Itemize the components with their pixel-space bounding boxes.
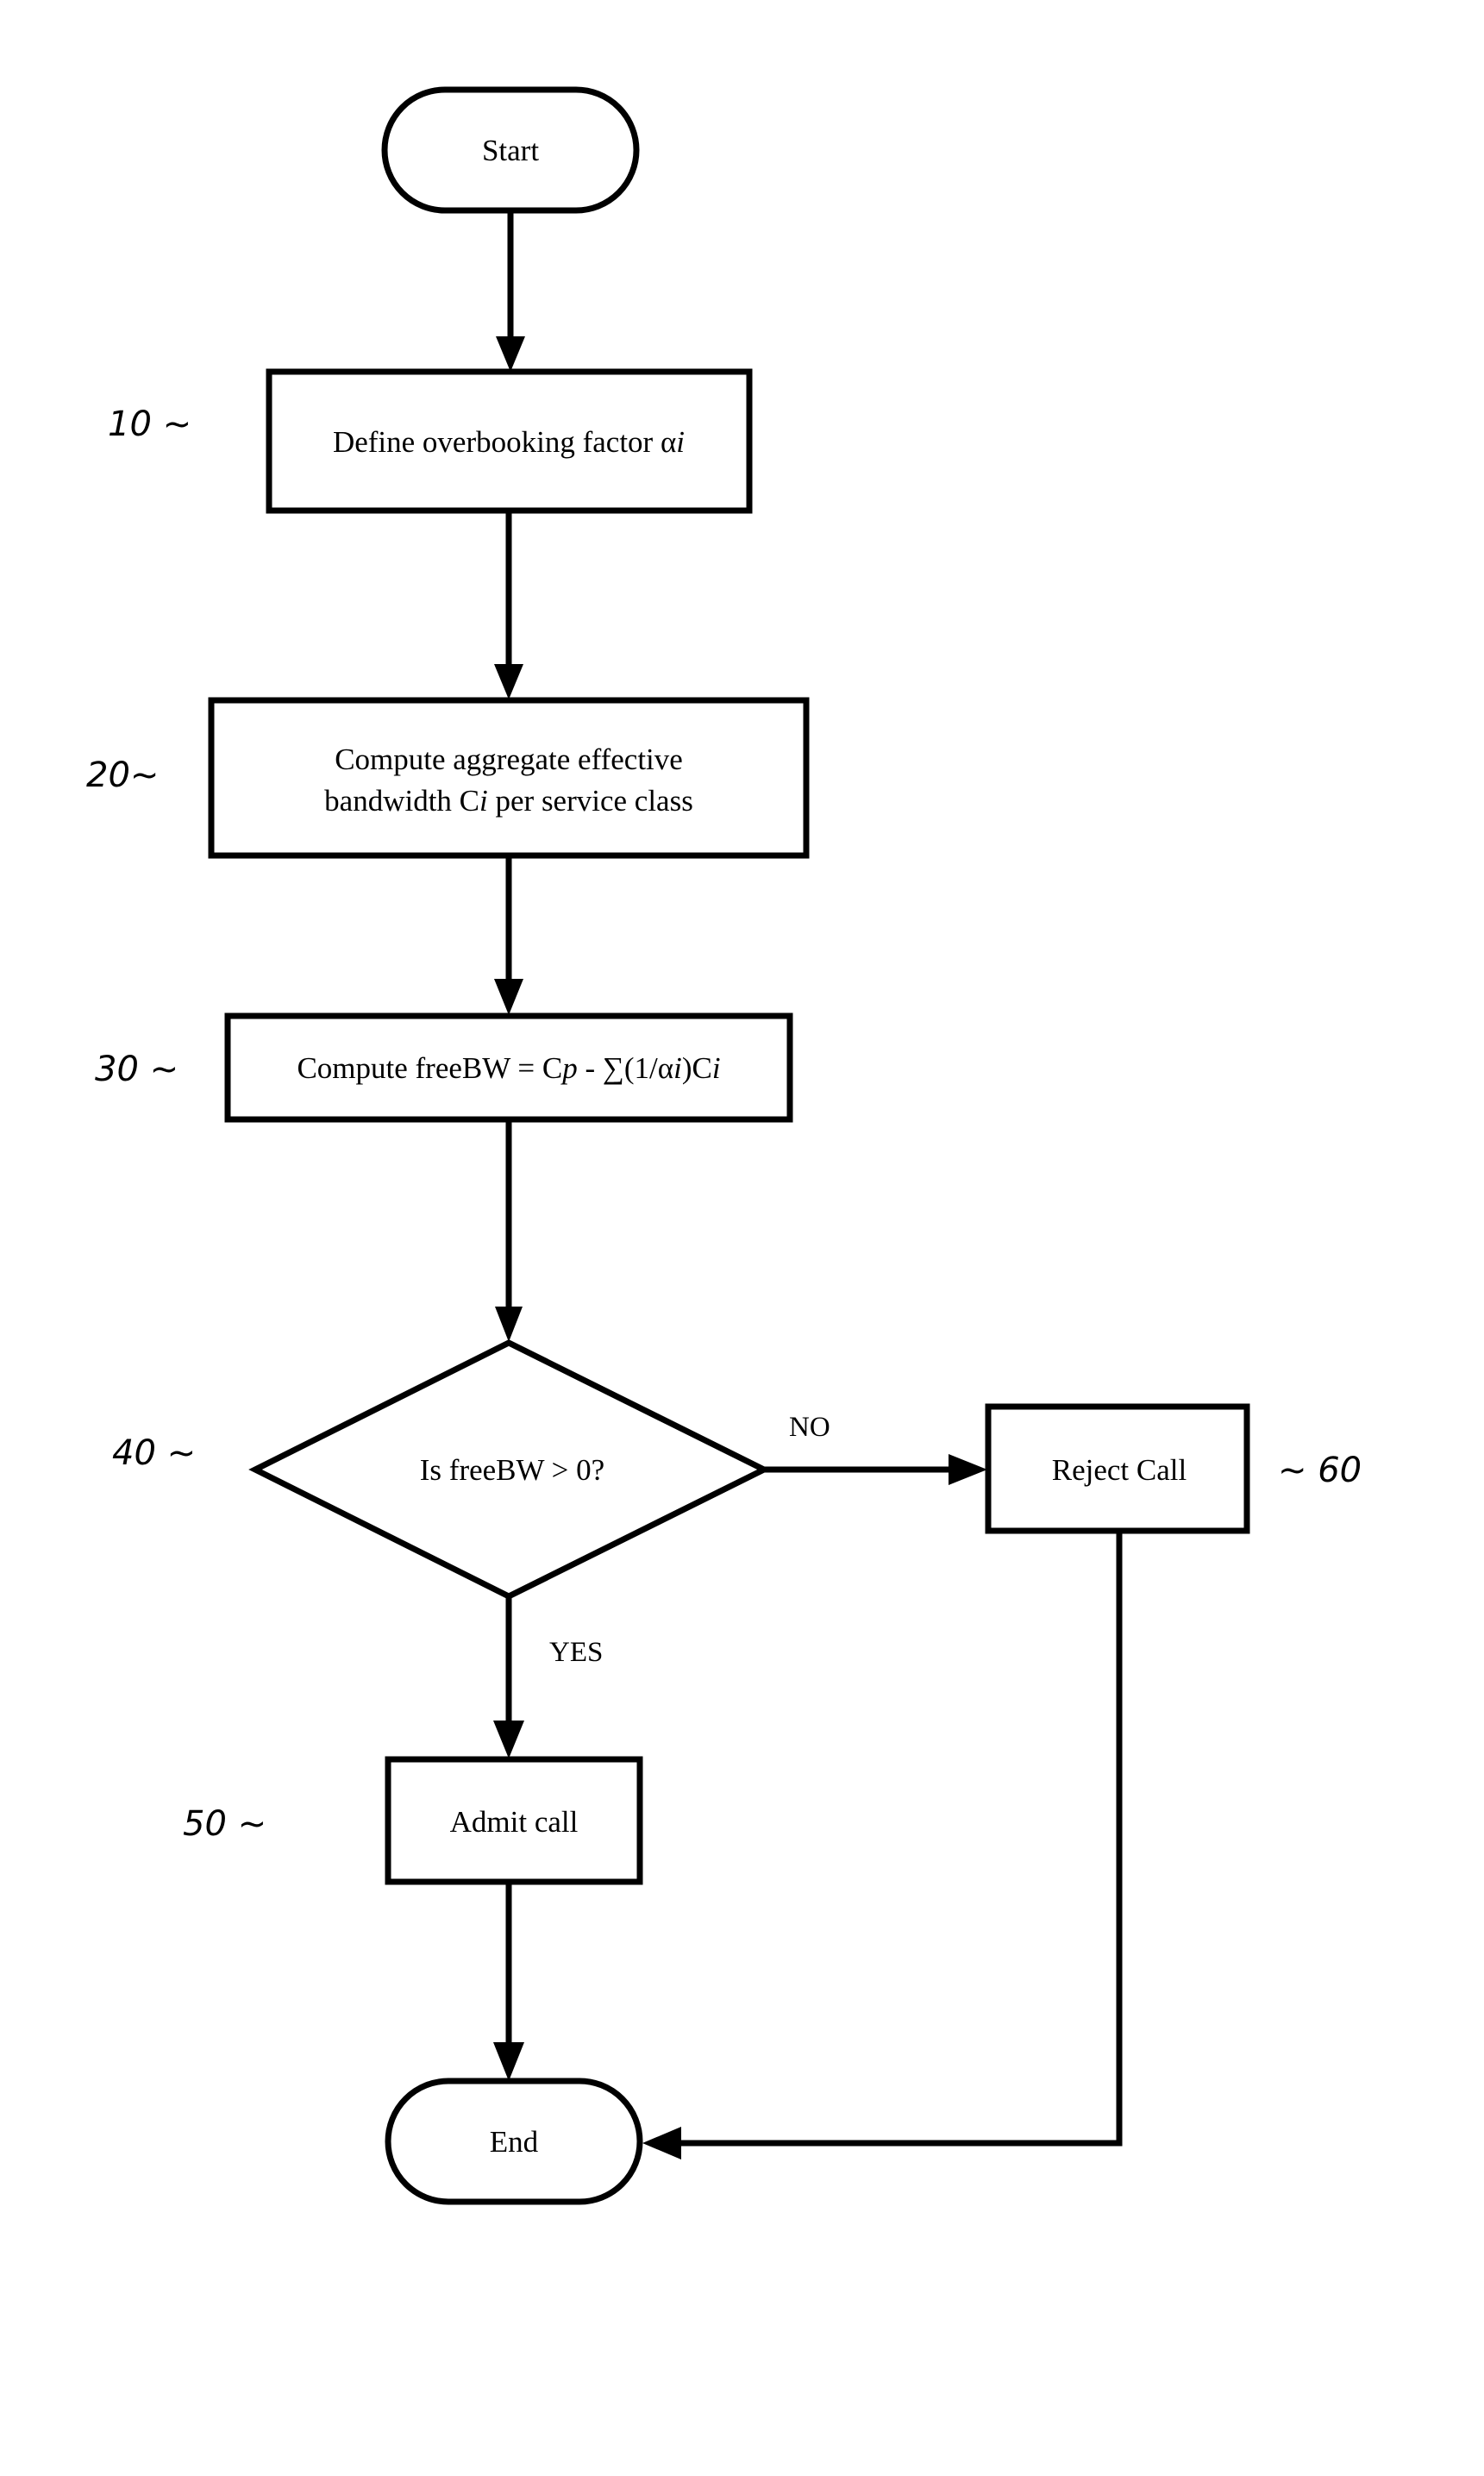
compute-ci-box xyxy=(208,697,810,859)
define-label-main: Define overbooking factor α xyxy=(333,425,676,459)
define-label: Define overbooking factor αi xyxy=(333,425,685,459)
ref-label-50: 50 ~ xyxy=(183,1804,266,1844)
arrowhead-icon xyxy=(493,1721,524,1758)
reject-label: Reject Call xyxy=(1052,1453,1187,1487)
arrowhead-icon xyxy=(494,664,523,699)
flowchart: Start Define overbooking factor αi 10 ~ … xyxy=(86,86,1362,2205)
ref-label-30: 30 ~ xyxy=(95,1050,178,1089)
ci-line2-c: per service class xyxy=(488,784,693,818)
compute-free-node: Compute freeBW = Cp - ∑(1/αi)Ci xyxy=(224,1012,793,1123)
free-b: p xyxy=(560,1051,578,1085)
admit-label: Admit call xyxy=(450,1805,579,1839)
free-e: )C xyxy=(682,1051,712,1085)
arrowhead-icon xyxy=(494,979,523,1015)
end-label: End xyxy=(490,2125,539,2159)
compute-ci-node: Compute aggregate effective bandwidth Ci… xyxy=(208,697,810,859)
edge-label-no: NO xyxy=(789,1412,830,1443)
start-label: Start xyxy=(482,134,539,167)
free-a: Compute freeBW = C xyxy=(297,1051,562,1085)
reject-node: Reject Call xyxy=(985,1403,1250,1534)
decision-node: Is freeBW > 0? xyxy=(248,1339,771,1600)
free-d: i xyxy=(673,1051,682,1085)
start-node: Start xyxy=(381,86,640,214)
arrowhead-icon xyxy=(496,336,525,372)
free-f: i xyxy=(712,1051,721,1085)
arrowhead-icon xyxy=(493,2042,524,2081)
ref-label-10: 10 ~ xyxy=(108,404,191,444)
ref-label-20: 20~ xyxy=(86,755,159,795)
edge-label-yes: YES xyxy=(549,1637,603,1668)
compute-ci-line2: bandwidth Ci per service class xyxy=(324,784,693,818)
define-node: Define overbooking factor αi xyxy=(266,368,753,514)
ref-label-60: ~ 60 xyxy=(1278,1451,1362,1490)
arrowhead-icon xyxy=(495,1307,523,1342)
compute-free-label: Compute freeBW = Cp - ∑(1/αi)Ci xyxy=(297,1051,720,1085)
ci-line2-a: bandwidth C xyxy=(324,784,479,818)
define-label-sub: i xyxy=(676,425,685,459)
arrowhead-icon xyxy=(642,2127,681,2159)
ref-label-40: 40 ~ xyxy=(112,1433,196,1473)
ci-line2-sub: i xyxy=(479,784,488,818)
decision-label: Is freeBW > 0? xyxy=(420,1453,604,1487)
arrowhead-icon xyxy=(949,1454,987,1485)
end-node: End xyxy=(385,2078,643,2205)
edge-reject-end xyxy=(677,1531,1123,2147)
compute-ci-line1: Compute aggregate effective xyxy=(335,743,683,776)
free-c: - ∑(1/α xyxy=(578,1051,673,1085)
admit-node: Admit call xyxy=(385,1756,643,1885)
